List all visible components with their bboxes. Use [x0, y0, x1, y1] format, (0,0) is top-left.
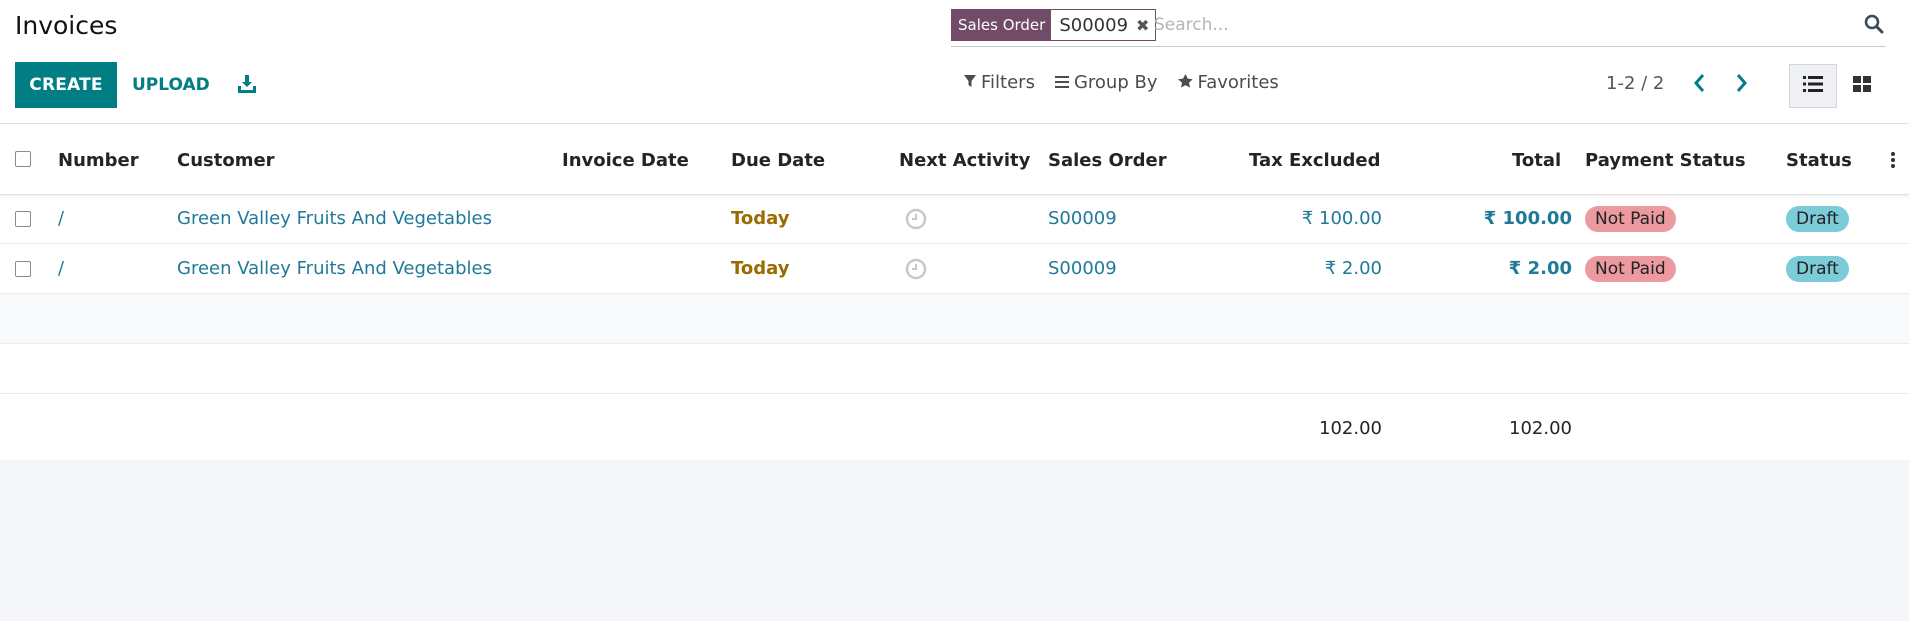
table-row[interactable]: / Green Valley Fruits And Vegetables Tod…	[0, 194, 1909, 244]
cell-total: ₹ 2.00	[1508, 258, 1572, 279]
column-options-icon[interactable]	[1890, 150, 1896, 170]
header-status[interactable]: Status	[1786, 150, 1852, 171]
filters-menu[interactable]: Filters	[964, 72, 1035, 93]
invoice-table: Number Customer Invoice Date Due Date Ne…	[0, 124, 1909, 460]
group-by-menu[interactable]: Group By	[1054, 72, 1158, 93]
header-number[interactable]: Number	[58, 150, 139, 171]
table-footer: 102.00 102.00	[0, 396, 1909, 460]
favorites-menu[interactable]: Favorites	[1177, 72, 1279, 93]
clock-icon[interactable]	[905, 208, 927, 230]
filters-label: Filters	[981, 72, 1035, 93]
facet-label: Sales Order	[952, 10, 1052, 40]
cell-due-date: Today	[731, 258, 790, 279]
footer-total: 102.00	[1509, 418, 1572, 439]
create-button[interactable]: CREATE	[15, 62, 117, 108]
pager-value[interactable]: 1-2 / 2	[1606, 73, 1664, 94]
kanban-icon	[1853, 76, 1871, 96]
chevron-left-icon[interactable]	[1690, 72, 1712, 96]
bars-icon	[1054, 72, 1069, 93]
cell-due-date: Today	[731, 208, 790, 229]
kanban-view-button[interactable]	[1840, 64, 1884, 108]
control-panel: Invoices CREATE UPLOAD Sales Order S0000…	[0, 0, 1909, 124]
search-icon[interactable]	[1864, 14, 1886, 36]
facet-value: S00009	[1059, 14, 1129, 36]
empty-row	[0, 294, 1909, 344]
search-options: Filters Group By Favorites	[964, 72, 1279, 93]
header-total[interactable]: Total	[1512, 150, 1561, 171]
download-icon[interactable]	[236, 70, 258, 98]
header-tax-excluded[interactable]: Tax Excluded	[1249, 150, 1381, 171]
table-row[interactable]: / Green Valley Fruits And Vegetables Tod…	[0, 244, 1909, 294]
list-view-button[interactable]	[1789, 64, 1837, 108]
search-facet[interactable]: Sales Order S00009 ✖	[951, 9, 1157, 41]
payment-status-badge: Not Paid	[1585, 206, 1676, 232]
clock-icon[interactable]	[905, 258, 927, 280]
footer-tax-excluded-total: 102.00	[1319, 418, 1382, 439]
header-sales-order[interactable]: Sales Order	[1048, 150, 1167, 171]
cell-number: /	[58, 208, 65, 229]
search-bar: Sales Order S00009 ✖	[951, 9, 1886, 47]
row-checkbox[interactable]	[15, 261, 31, 277]
empty-row	[0, 344, 1909, 394]
header-next-activity[interactable]: Next Activity	[899, 150, 1030, 171]
cell-tax-excluded: ₹ 2.00	[1324, 258, 1382, 279]
row-checkbox[interactable]	[15, 211, 31, 227]
cell-number: /	[58, 258, 65, 279]
group-by-label: Group By	[1073, 72, 1158, 93]
select-all-checkbox[interactable]	[15, 151, 31, 167]
cell-total: ₹ 100.00	[1483, 208, 1572, 229]
upload-button[interactable]: UPLOAD	[132, 62, 210, 108]
facet-value-container: S00009 ✖	[1051, 10, 1156, 40]
cell-tax-excluded: ₹ 100.00	[1301, 208, 1382, 229]
page-title: Invoices	[15, 11, 118, 40]
list-icon	[1803, 76, 1823, 96]
header-due-date[interactable]: Due Date	[731, 150, 825, 171]
header-payment-status[interactable]: Payment Status	[1585, 150, 1746, 171]
header-customer[interactable]: Customer	[177, 150, 275, 171]
search-input[interactable]	[1154, 11, 1844, 39]
payment-status-badge: Not Paid	[1585, 256, 1676, 282]
cell-customer: Green Valley Fruits And Vegetables	[177, 208, 492, 229]
status-badge: Draft	[1786, 256, 1849, 282]
cell-sales-order: S00009	[1048, 258, 1117, 279]
cell-sales-order: S00009	[1048, 208, 1117, 229]
header-invoice-date[interactable]: Invoice Date	[562, 150, 689, 171]
table-header: Number Customer Invoice Date Due Date Ne…	[0, 124, 1909, 195]
favorites-label: Favorites	[1197, 72, 1279, 93]
status-badge: Draft	[1786, 206, 1849, 232]
chevron-right-icon[interactable]	[1731, 72, 1753, 96]
filter-icon	[964, 72, 976, 93]
cell-customer: Green Valley Fruits And Vegetables	[177, 258, 492, 279]
star-icon	[1177, 72, 1193, 93]
close-icon[interactable]: ✖	[1136, 16, 1149, 35]
